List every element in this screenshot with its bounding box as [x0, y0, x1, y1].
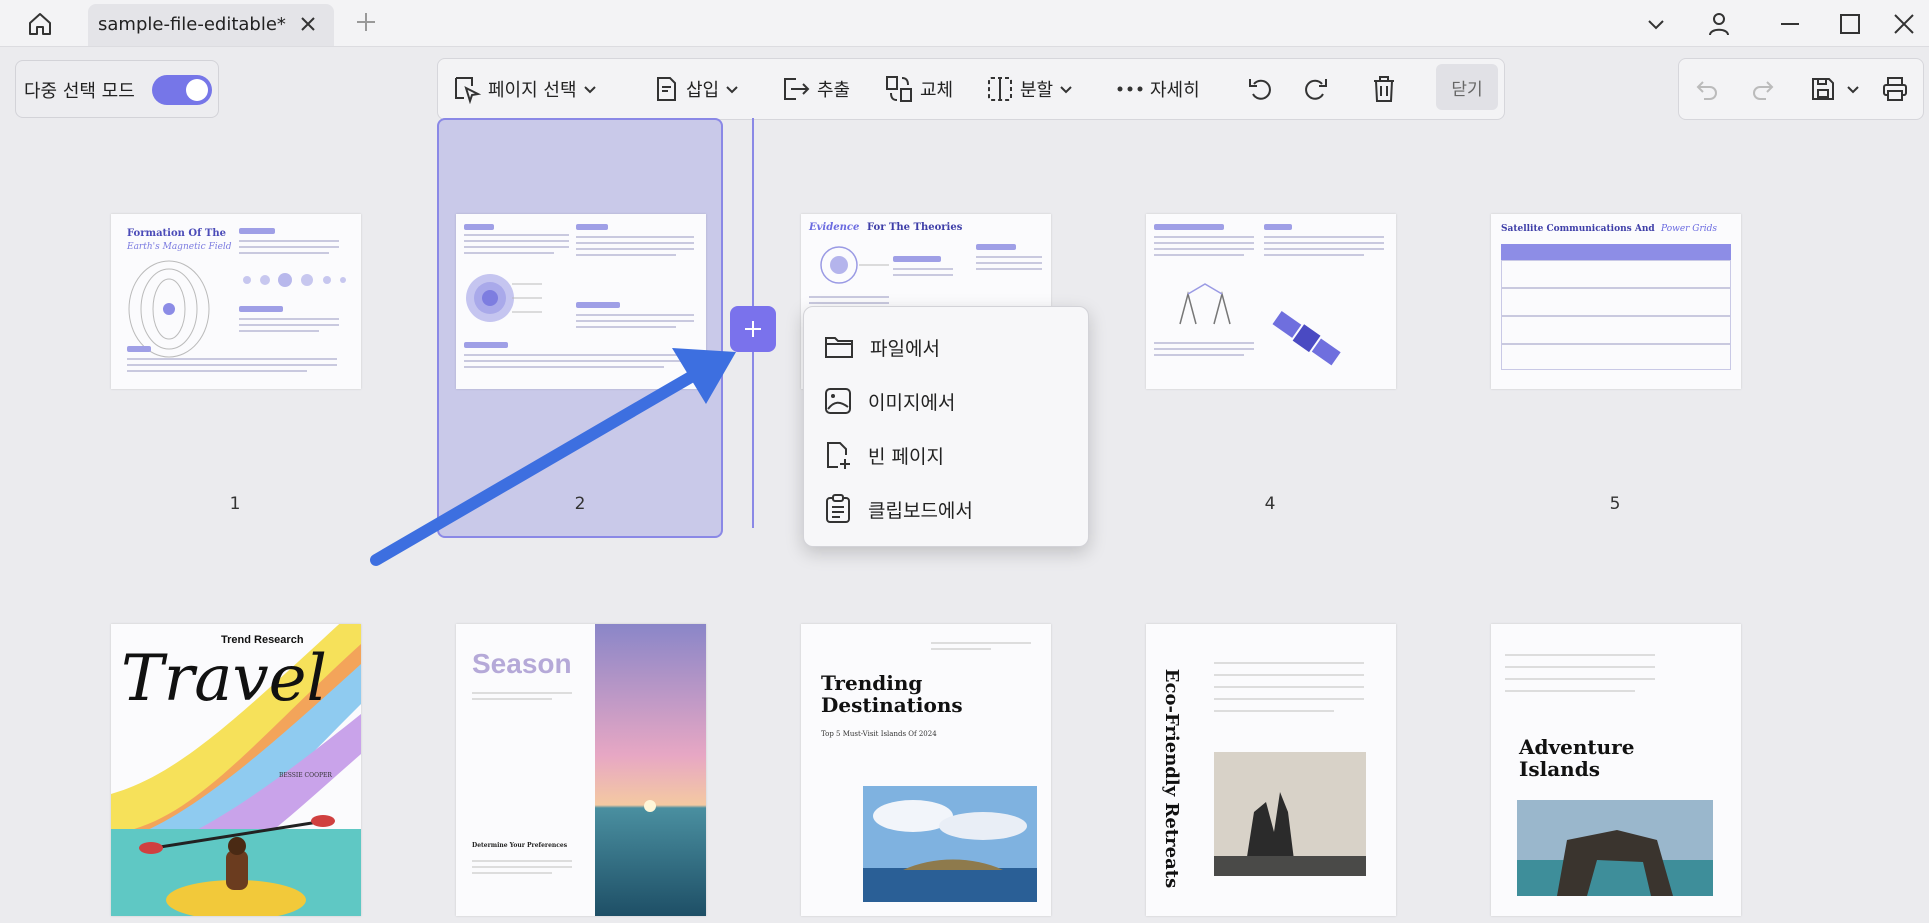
page-thumbnail-9[interactable]: Eco-Friendly Retreats [1146, 624, 1396, 916]
page-7-line [472, 860, 572, 862]
page-9-line [1214, 662, 1364, 664]
page-7-line [472, 872, 552, 874]
page-thumbnail-10[interactable]: Adventure Islands [1491, 624, 1741, 916]
blank-page-icon [827, 442, 850, 469]
page-10-title-a: Adventure [1519, 735, 1635, 759]
page-8-subtitle: Top 5 Must-Visit Islands Of 2024 [821, 730, 937, 738]
page-9-line [1214, 710, 1334, 712]
page-7-line [472, 692, 572, 694]
page-9-title-wrap: Eco-Friendly Retreats [1160, 658, 1184, 898]
page-9-line [1214, 674, 1364, 676]
rock-arch-photo [1517, 800, 1713, 896]
menu-item-from-clipboard[interactable]: 클립보드에서 [824, 489, 1074, 529]
insert-menu: 파일에서 이미지에서 빈 페이지 클립보드에서 [803, 306, 1089, 547]
page-thumbnail-7[interactable]: Season Determine Your Preferences [456, 624, 706, 916]
page-thumbnail-6[interactable]: Travel Trend Research BESSIE COOPER [111, 624, 361, 916]
image-icon [825, 388, 851, 414]
page-10-line [1505, 678, 1655, 680]
menu-item-blank-page[interactable]: 빈 페이지 [824, 435, 1074, 475]
page-8-title-b: Destinations [821, 693, 963, 717]
page-9-line [1214, 698, 1364, 700]
blank-page-label: 빈 페이지 [868, 445, 944, 468]
page-10-line [1505, 690, 1635, 692]
from-clipboard-label: 클립보드에서 [868, 499, 973, 522]
page-8-line [931, 642, 1031, 644]
page-9-title: Eco-Friendly Retreats [1161, 668, 1183, 888]
page-6-subtitle: Trend Research [221, 634, 304, 646]
page-9-line [1214, 686, 1364, 688]
page-10-line [1505, 654, 1655, 656]
page-7-line [472, 698, 552, 700]
menu-item-from-image[interactable]: 이미지에서 [824, 381, 1074, 421]
menu-item-from-file[interactable]: 파일에서 [824, 327, 1074, 367]
page-7-line [472, 866, 572, 868]
clipboard-icon [826, 494, 850, 523]
page-10-title-b: Islands [1519, 757, 1600, 781]
island-photo [863, 786, 1037, 902]
page-7-heading: Determine Your Preferences [472, 842, 568, 849]
from-image-label: 이미지에서 [868, 391, 956, 414]
page-6-author: BESSIE COOPER [279, 772, 332, 779]
folder-icon [825, 337, 853, 358]
page-thumbnail-8[interactable]: Trending Destinations Top 5 Must-Visit I… [801, 624, 1051, 916]
from-file-label: 파일에서 [870, 337, 940, 360]
sunset-sea-photo [595, 624, 706, 916]
page-8-line [931, 648, 991, 650]
sea-stack-photo [1214, 752, 1366, 876]
page-10-line [1505, 666, 1655, 668]
page-7-title: Season [472, 648, 572, 679]
page-6-title: Travel [121, 642, 327, 716]
page-8-title-a: Trending [821, 671, 923, 695]
